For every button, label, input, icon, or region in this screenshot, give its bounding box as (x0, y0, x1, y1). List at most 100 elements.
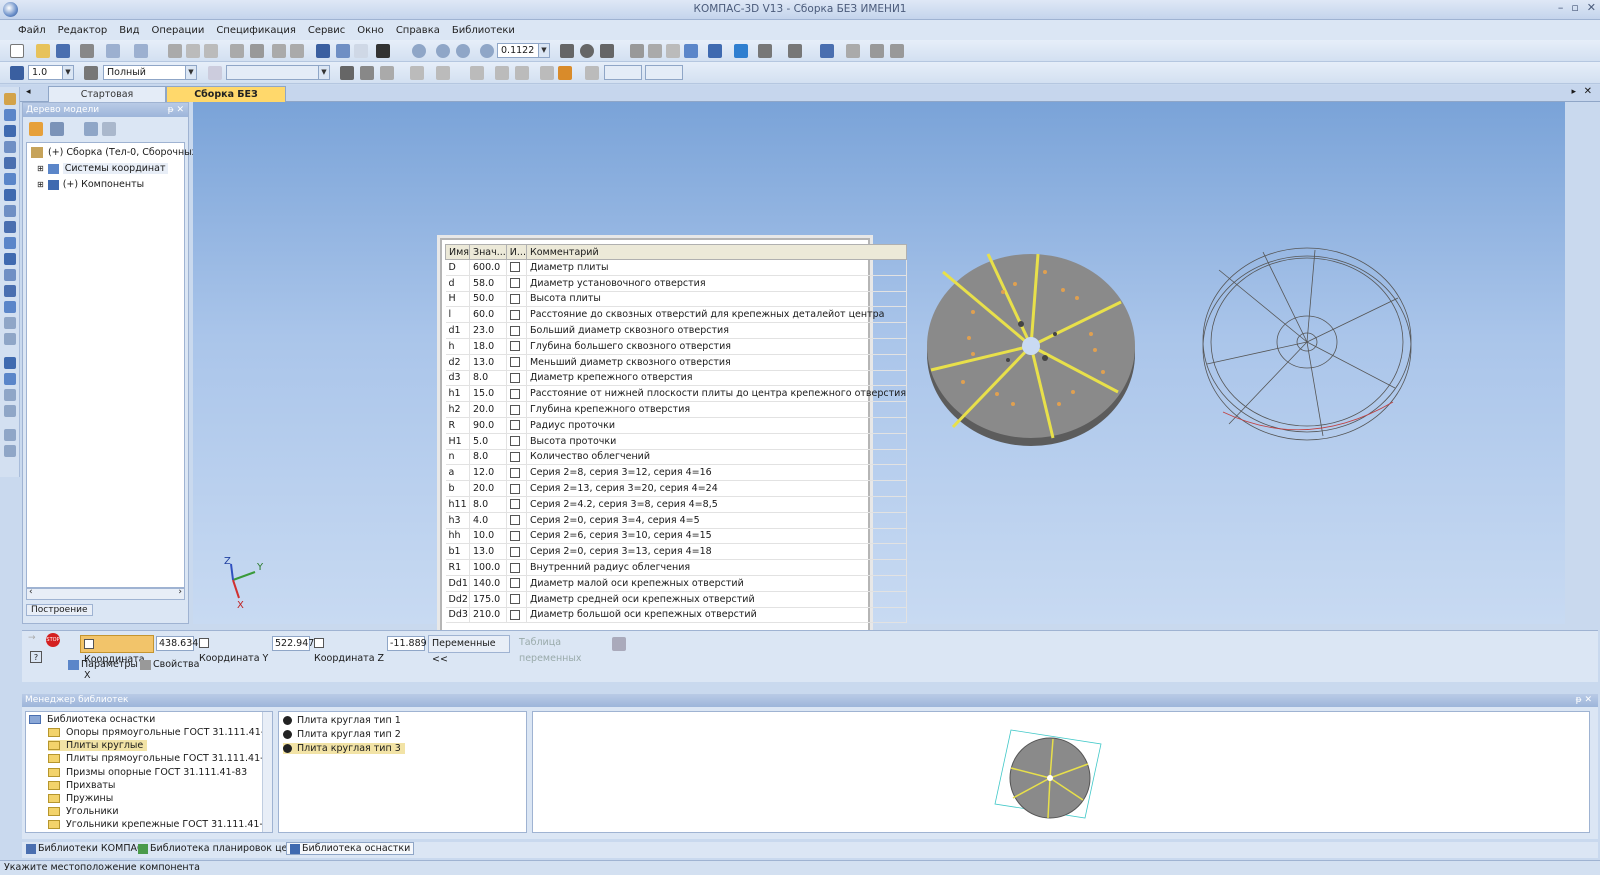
origin-icon[interactable] (585, 66, 599, 80)
menu-specification[interactable]: Спецификация (210, 25, 302, 36)
help-icon[interactable]: ? (30, 651, 42, 663)
filter-tool-icon[interactable] (4, 253, 16, 265)
variable-name[interactable]: b (445, 480, 470, 497)
mate-icon[interactable] (4, 189, 16, 201)
tree-item-coordinate-systems[interactable]: ⊞ Системы координат (37, 162, 168, 176)
save-icon[interactable] (56, 44, 70, 58)
library-item[interactable]: Плита круглая тип 1 (283, 715, 401, 726)
library-folder[interactable]: Плиты круглые (48, 740, 148, 752)
tree-filter-icon[interactable] (102, 122, 116, 136)
variable-value[interactable]: 58.0 (469, 275, 507, 292)
print-icon[interactable] (80, 44, 94, 58)
close-doc-icon[interactable]: ✕ (1584, 86, 1592, 97)
library-icon[interactable] (336, 44, 350, 58)
tab-assembly[interactable]: Сборка БЕЗ ИМЕНИ1 (166, 86, 286, 115)
redo-icon[interactable] (290, 44, 304, 58)
zoom-in-icon[interactable] (456, 44, 470, 58)
new-file-icon[interactable] (10, 44, 24, 58)
variable-external-checkbox[interactable] (509, 262, 520, 273)
variable-comment[interactable]: Диаметр крепежного отверстия (526, 370, 908, 387)
variable-external-checkbox[interactable] (509, 372, 520, 383)
tab-properties[interactable]: Свойства (140, 659, 199, 670)
copy-icon[interactable] (186, 44, 200, 58)
shell-icon[interactable] (4, 405, 16, 417)
library-folder[interactable]: Угольники крепежные ГОСТ 31.111.41-83 (48, 819, 272, 830)
tab-scroll-right-icon[interactable]: ▸ (1571, 87, 1576, 97)
angle-icon[interactable] (515, 66, 529, 80)
tree-item-components[interactable]: ⊞ (+) Компоненты (37, 178, 144, 192)
menu-window[interactable]: Окно (351, 25, 390, 36)
variable-name[interactable]: h1 (445, 385, 470, 403)
variable-comment[interactable]: Глубина крепежного отверстия (526, 401, 908, 418)
chamfer-icon[interactable] (4, 389, 16, 401)
tab-tooling-library[interactable]: Библиотека оснастки (286, 842, 415, 855)
library-folder[interactable]: Призмы опорные ГОСТ 31.111.41-83 (48, 767, 247, 778)
cut-icon[interactable] (168, 44, 182, 58)
coord-y-checkbox[interactable] (199, 637, 209, 648)
col-comment-header[interactable]: Комментарий (525, 244, 908, 260)
grid-icon[interactable] (410, 66, 424, 80)
fx-icon[interactable] (354, 44, 368, 58)
open-folder-icon[interactable] (36, 44, 50, 58)
coord-z-checkbox[interactable] (314, 637, 324, 648)
coord-z-value[interactable]: -11.889 (387, 636, 427, 651)
variable-name[interactable]: d (445, 275, 470, 292)
variables-button[interactable]: Переменные << (428, 635, 510, 665)
variable-row[interactable]: d2 13.0 Меньший диаметр сквозного отверсти… (445, 354, 908, 371)
variable-name[interactable]: Dd2 (445, 591, 470, 608)
variable-external-checkbox[interactable] (509, 278, 520, 289)
spec-icon[interactable] (4, 269, 16, 281)
coord-x-value[interactable]: 438.634 (156, 636, 198, 651)
library-folder[interactable]: Прихваты (48, 780, 115, 791)
variable-value[interactable]: 8.0 (469, 449, 507, 466)
variable-external-checkbox[interactable] (509, 388, 520, 399)
variable-value[interactable]: 10.0 (469, 528, 507, 545)
coord-y-value[interactable]: 522.947 (272, 636, 314, 651)
variable-comment[interactable]: Диаметр установочного отверстия (526, 275, 908, 292)
variable-comment[interactable]: Высота плиты (526, 291, 908, 308)
variable-external-checkbox[interactable] (509, 404, 520, 415)
variable-comment[interactable]: Радиус проточки (526, 417, 908, 434)
variable-comment[interactable]: Глубина большего сквозного отверстия (526, 338, 908, 355)
zoom-window-icon[interactable] (436, 44, 450, 58)
coordinate-system-icon[interactable] (10, 66, 24, 80)
params-icon[interactable] (4, 333, 16, 345)
curves-icon[interactable] (4, 125, 16, 137)
list-icon[interactable] (250, 44, 264, 58)
variable-row[interactable]: Dd3 210.0 Диаметр большой оси крепежных от… (445, 607, 908, 624)
variable-comment[interactable]: Количество облегчений (526, 449, 908, 466)
ortho-icon[interactable] (470, 66, 484, 80)
col-name-header[interactable]: Имя (445, 244, 470, 260)
menu-edit[interactable]: Редактор (52, 25, 114, 36)
measure-icon[interactable] (846, 44, 860, 58)
variable-row[interactable]: h1 15.0 Расстояние от нижней плоскости пли… (445, 385, 908, 403)
variable-name[interactable]: Dd1 (445, 575, 470, 592)
variable-value[interactable]: 13.0 (469, 543, 507, 561)
variable-comment[interactable]: Диаметр малой оси крепежных отверстий (526, 575, 908, 592)
cs-edit-icon[interactable] (360, 66, 374, 80)
variable-comment[interactable]: Серия 2=13, серия 3=20, серия 4=24 (526, 480, 908, 497)
variable-comment[interactable]: Диаметр плиты (526, 259, 908, 276)
variable-comment[interactable]: Серия 2=4.2, серия 3=8, серия 4=8,5 (526, 496, 908, 513)
variable-value[interactable]: 5.0 (469, 433, 507, 450)
variable-external-checkbox[interactable] (509, 436, 520, 447)
minimize-icon[interactable]: – (1558, 1, 1564, 14)
fillet-icon[interactable] (4, 373, 16, 385)
variable-value[interactable]: 15.0 (469, 385, 507, 403)
expand-icon[interactable]: ⊞ (37, 164, 44, 173)
properties-icon[interactable] (134, 44, 148, 58)
coord-z-toggle[interactable]: Координата Z (314, 635, 386, 664)
variable-row[interactable]: h11 8.0 Серия 2=4.2, серия 3=8, серия 4=8,… (445, 496, 908, 513)
variable-name[interactable]: l (445, 306, 470, 324)
variable-comment[interactable]: Серия 2=0, серия 3=4, серия 4=5 (526, 512, 908, 529)
library-tree-scrollbar[interactable] (262, 712, 272, 832)
tab-workshop-layouts[interactable]: Библиотека планировок цехов (138, 843, 304, 854)
variable-name[interactable]: H1 (445, 433, 470, 450)
pin-icon[interactable]: ᵽ (168, 105, 174, 115)
variable-external-checkbox[interactable] (509, 357, 520, 368)
variable-value[interactable]: 18.0 (469, 338, 507, 355)
snap-active-icon[interactable] (558, 66, 572, 80)
preview-icon[interactable] (106, 44, 120, 58)
plate-wireframe-model[interactable] (1202, 247, 1412, 441)
arrays-icon[interactable] (4, 157, 16, 169)
